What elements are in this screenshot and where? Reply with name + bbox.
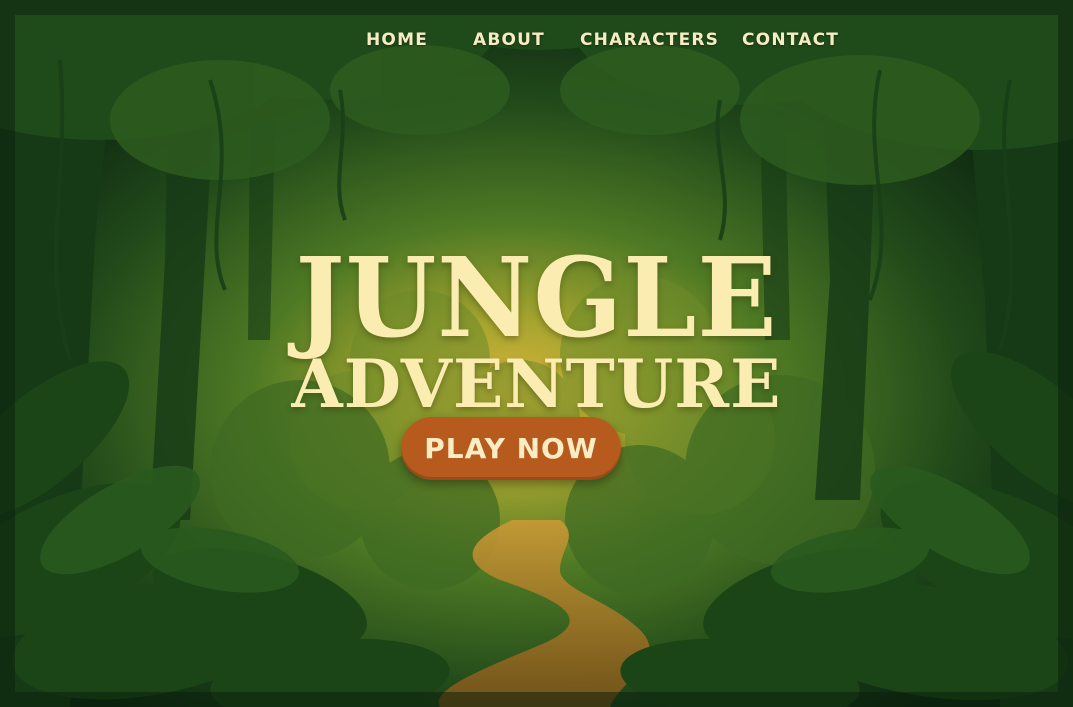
nav-item-characters[interactable]: CHARACTERS xyxy=(580,26,719,54)
hero-title-line-2: ADVENTURE xyxy=(291,344,782,423)
play-now-button[interactable]: PLAY NOW xyxy=(401,417,621,480)
landing-page: HOME ABOUT CHARACTERS CONTACT JUNGLE ADV… xyxy=(0,0,1073,707)
main-navigation: HOME ABOUT CHARACTERS CONTACT xyxy=(0,26,1073,56)
nav-item-contact[interactable]: CONTACT xyxy=(742,26,839,54)
nav-item-home[interactable]: HOME xyxy=(366,26,428,54)
nav-item-about[interactable]: ABOUT xyxy=(473,26,545,54)
hero-title-line-1: JUNGLE xyxy=(295,232,778,362)
